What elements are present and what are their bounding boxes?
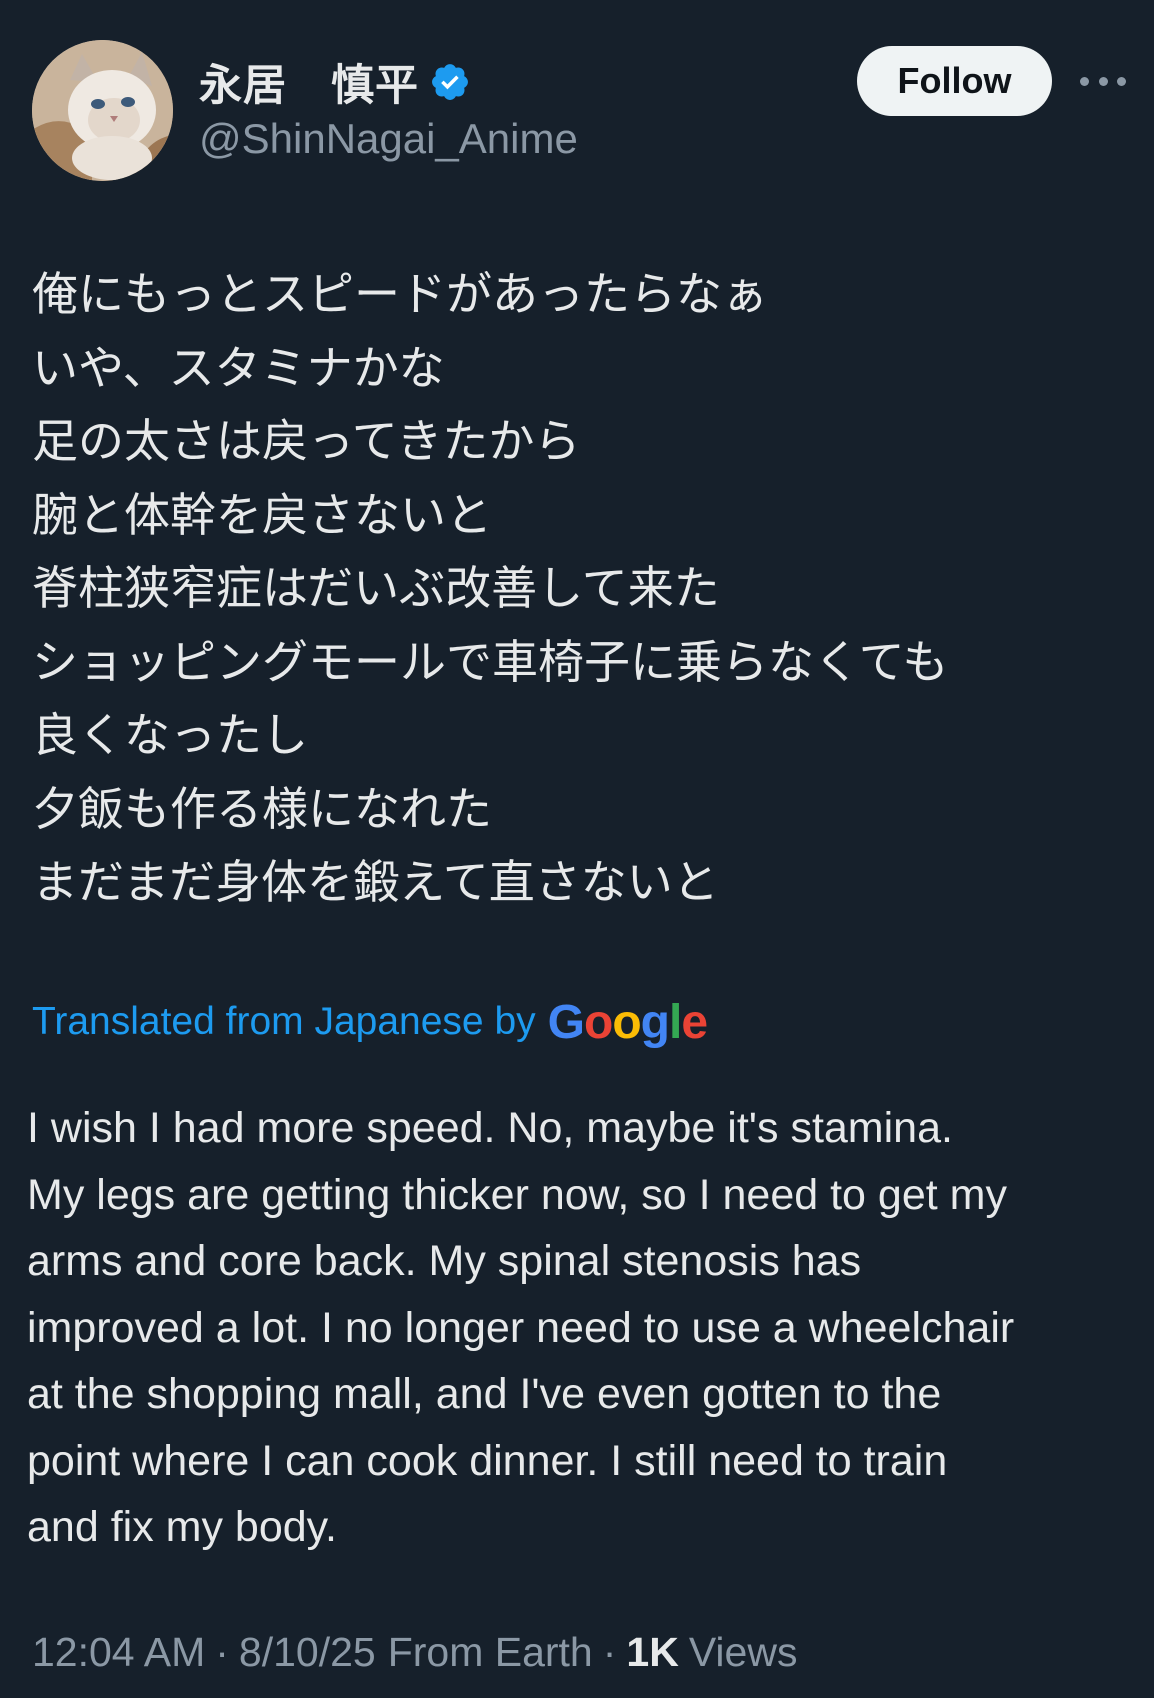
follow-button[interactable]: Follow: [857, 46, 1052, 116]
original-text-line: まだまだ身体を鍛えて直さないと: [32, 855, 719, 909]
meta-separator: ·: [602, 1628, 617, 1675]
original-text-line: 良くなったし: [32, 708, 308, 762]
original-text-line: 夕飯も作る様になれた: [32, 781, 492, 836]
original-text-line: ショッピングモールで車椅子に乗らなくても: [32, 634, 949, 689]
translated-text-line: at the shopping mall, and I've even gott…: [27, 1370, 942, 1418]
original-text-line: いや、スタミナかな: [32, 340, 445, 395]
translated-text-line: point where I can cook dinner. I still n…: [27, 1436, 948, 1485]
cat-avatar-image: [32, 40, 173, 181]
views-count[interactable]: 1K: [626, 1629, 678, 1676]
translated-text-line: My legs are getting thicker now, so I ne…: [27, 1170, 1007, 1219]
post-location: From Earth: [387, 1628, 593, 1675]
more-options-icon[interactable]: [1080, 66, 1126, 96]
post-metadata: 12:04 AM · 8/10/25 From Earth · 1K Views: [32, 1622, 797, 1682]
post-time[interactable]: 12:04 AM: [32, 1629, 205, 1676]
more-dot: [1080, 76, 1089, 86]
translated-text-line: improved a lot. I no longer need to use …: [27, 1303, 1015, 1352]
post-header: 永居 慎平 @ShinNagai_Anime Follow: [0, 0, 1154, 200]
avatar[interactable]: [32, 40, 173, 181]
original-text-line: 俺にもっとスピードがあったらなぁ: [32, 267, 768, 321]
display-name[interactable]: 永居 慎平: [199, 51, 419, 113]
original-text-line: 足の太さは戻ってきたから: [32, 414, 581, 468]
verified-badge-icon: [432, 64, 468, 100]
translated-text-line: I wish I had more speed. No, maybe it's …: [27, 1104, 953, 1152]
post-date[interactable]: 8/10/25: [239, 1629, 376, 1676]
author-name-row[interactable]: 永居 慎平: [199, 52, 471, 112]
post-original-text: 俺にもっとスピードがあったらなぁ いや、スタミナかな 足の太さは戻ってきたから …: [32, 258, 1142, 920]
google-logo: Google: [547, 995, 708, 1049]
original-text-line: 脊柱狭窄症はだいぶ改善して来た: [32, 561, 720, 615]
more-dot: [1098, 76, 1108, 86]
more-dot: [1117, 76, 1126, 86]
translated-text-line: arms and core back. My spinal stenosis h…: [27, 1237, 862, 1285]
translation-attribution[interactable]: Translated from Japanese by Google: [32, 992, 708, 1052]
post-translated-text: I wish I had more speed. No, maybe it's …: [27, 1095, 1142, 1561]
views-label: Views: [688, 1628, 798, 1675]
meta-separator: ·: [215, 1628, 229, 1675]
original-text-line: 腕と体幹を戻さないと: [32, 487, 492, 542]
translation-label[interactable]: Translated from Japanese by: [32, 1000, 536, 1044]
author-handle[interactable]: @ShinNagai_Anime: [199, 115, 578, 163]
translated-text-line: and fix my body.: [27, 1503, 337, 1551]
